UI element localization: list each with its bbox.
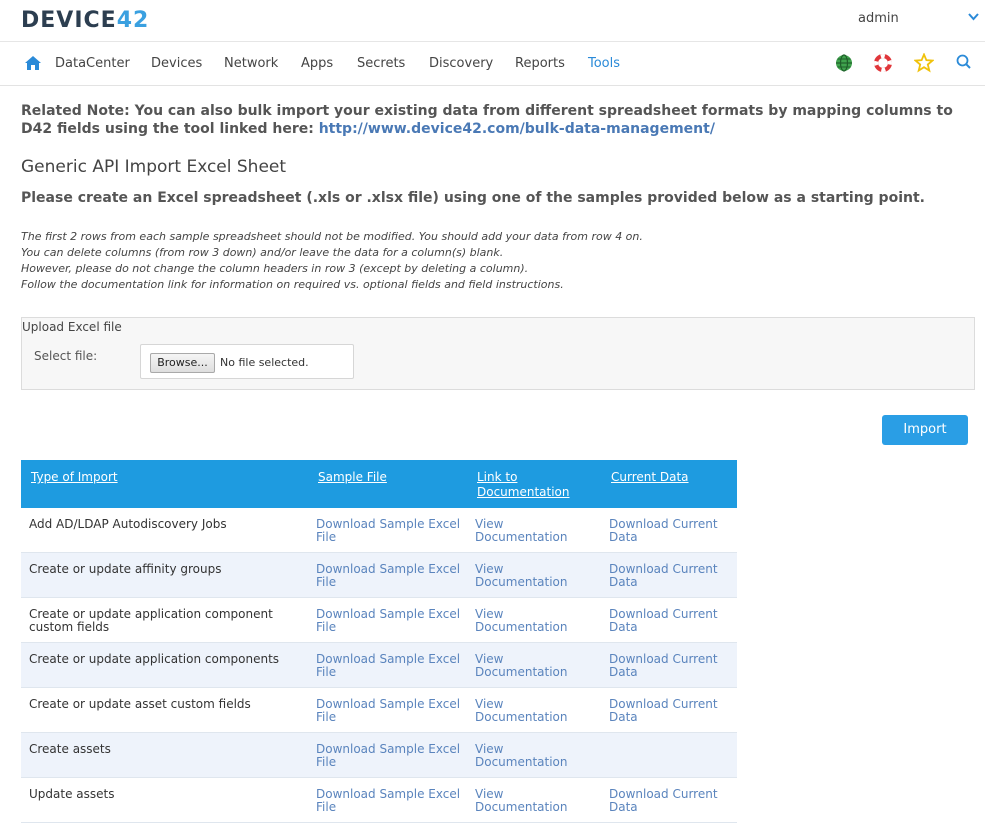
download-sample-link[interactable]: Download Sample Excel File [316,743,466,769]
view-documentation-link[interactable]: View Documentation [475,698,585,724]
upload-panel: Upload Excel file Select file: Browse...… [21,317,975,390]
table-row: Update assets Download Sample Excel File V… [21,778,737,823]
nav-item-reports[interactable]: Reports [515,56,565,71]
download-sample-link[interactable]: Download Sample Excel File [316,698,466,724]
header-type-of-import[interactable]: Type of Import [31,470,118,485]
related-note: Related Note: You can also bulk import y… [21,102,976,138]
view-documentation-link[interactable]: View Documentation [475,788,585,814]
header-sample-file[interactable]: Sample File [318,470,387,485]
note-line: However, please do not change the column… [21,262,529,275]
download-sample-link[interactable]: Download Sample Excel File [316,788,466,814]
download-sample-link[interactable]: Download Sample Excel File [316,518,466,544]
import-type-cell: Create or update application component c… [29,607,273,634]
instruction-notes: The first 2 rows from each sample spread… [21,229,643,293]
nav-item-devices[interactable]: Devices [151,56,202,71]
file-status: No file selected. [220,356,309,369]
nav-item-secrets[interactable]: Secrets [357,56,405,71]
nav-item-datacenter[interactable]: DataCenter [55,56,130,71]
table-header: Type of Import Sample File Link to Docum… [21,460,737,508]
star-icon[interactable] [913,52,935,73]
download-current-data-link[interactable]: Download Current Data [609,518,729,544]
nav-item-tools[interactable]: Tools [588,56,620,71]
bulk-data-management-link[interactable]: http://www.device42.com/bulk-data-manage… [319,121,715,137]
download-current-data-link[interactable]: Download Current Data [609,653,729,679]
import-type-cell: Update assets [29,787,115,801]
user-menu-name[interactable]: admin [858,11,899,26]
table-row: Create or update asset custom fields Down… [21,688,737,733]
view-documentation-link[interactable]: View Documentation [475,563,585,589]
download-sample-link[interactable]: Download Sample Excel File [316,653,466,679]
download-current-data-link[interactable]: Download Current Data [609,698,729,724]
table-body: Add AD/LDAP Autodiscovery Jobs Download S… [21,508,737,823]
top-bar: DEVICE 42 admin [0,0,985,42]
view-documentation-link[interactable]: View Documentation [475,743,585,769]
table-row: Create or update application components D… [21,643,737,688]
view-documentation-link[interactable]: View Documentation [475,518,585,544]
download-sample-link[interactable]: Download Sample Excel File [316,563,466,589]
import-type-cell: Add AD/LDAP Autodiscovery Jobs [29,517,227,531]
device42-logo[interactable]: DEVICE 42 [21,7,149,33]
view-documentation-link[interactable]: View Documentation [475,653,585,679]
import-type-cell: Create or update asset custom fields [29,697,251,711]
select-file-label: Select file: [34,349,98,363]
table-row: Create or update application component c… [21,598,737,643]
import-type-cell: Create assets [29,742,111,756]
table-row: Add AD/LDAP Autodiscovery Jobs Download S… [21,508,737,553]
view-documentation-link[interactable]: View Documentation [475,608,585,634]
note-line: You can delete columns (from row 3 down)… [21,246,504,259]
import-types-table: Type of Import Sample File Link to Docum… [21,460,737,823]
instruction-text: Please create an Excel spreadsheet (.xls… [21,190,925,206]
lifebuoy-icon[interactable] [873,53,893,73]
download-current-data-link[interactable]: Download Current Data [609,563,729,589]
import-type-cell: Create or update application components [29,652,280,666]
nav-item-discovery[interactable]: Discovery [429,56,493,71]
home-icon[interactable] [24,55,42,71]
file-input[interactable]: Browse... No file selected. [140,344,354,379]
header-link-to-documentation[interactable]: Link to Documentation [477,470,577,500]
page-title: Generic API Import Excel Sheet [21,157,287,177]
download-sample-link[interactable]: Download Sample Excel File [316,608,466,634]
nav-item-network[interactable]: Network [224,56,278,71]
download-current-data-link[interactable]: Download Current Data [609,788,729,814]
note-line: The first 2 rows from each sample spread… [21,230,643,243]
header-current-data[interactable]: Current Data [611,470,689,485]
download-current-data-link[interactable]: Download Current Data [609,608,729,634]
table-row: Create or update affinity groups Download… [21,553,737,598]
search-icon[interactable] [955,53,975,73]
main-nav: DataCenter Devices Network Apps Secrets … [0,42,985,86]
import-type-cell: Create or update affinity groups [29,562,222,576]
note-line: Follow the documentation link for inform… [21,278,564,291]
upload-title: Upload Excel file [22,320,122,334]
chevron-down-icon[interactable] [967,10,980,27]
table-row: Create assets Download Sample Excel File V… [21,733,737,778]
browse-button[interactable]: Browse... [150,353,215,373]
nav-item-apps[interactable]: Apps [301,56,333,71]
import-button[interactable]: Import [882,415,968,445]
globe-icon[interactable] [834,53,854,73]
